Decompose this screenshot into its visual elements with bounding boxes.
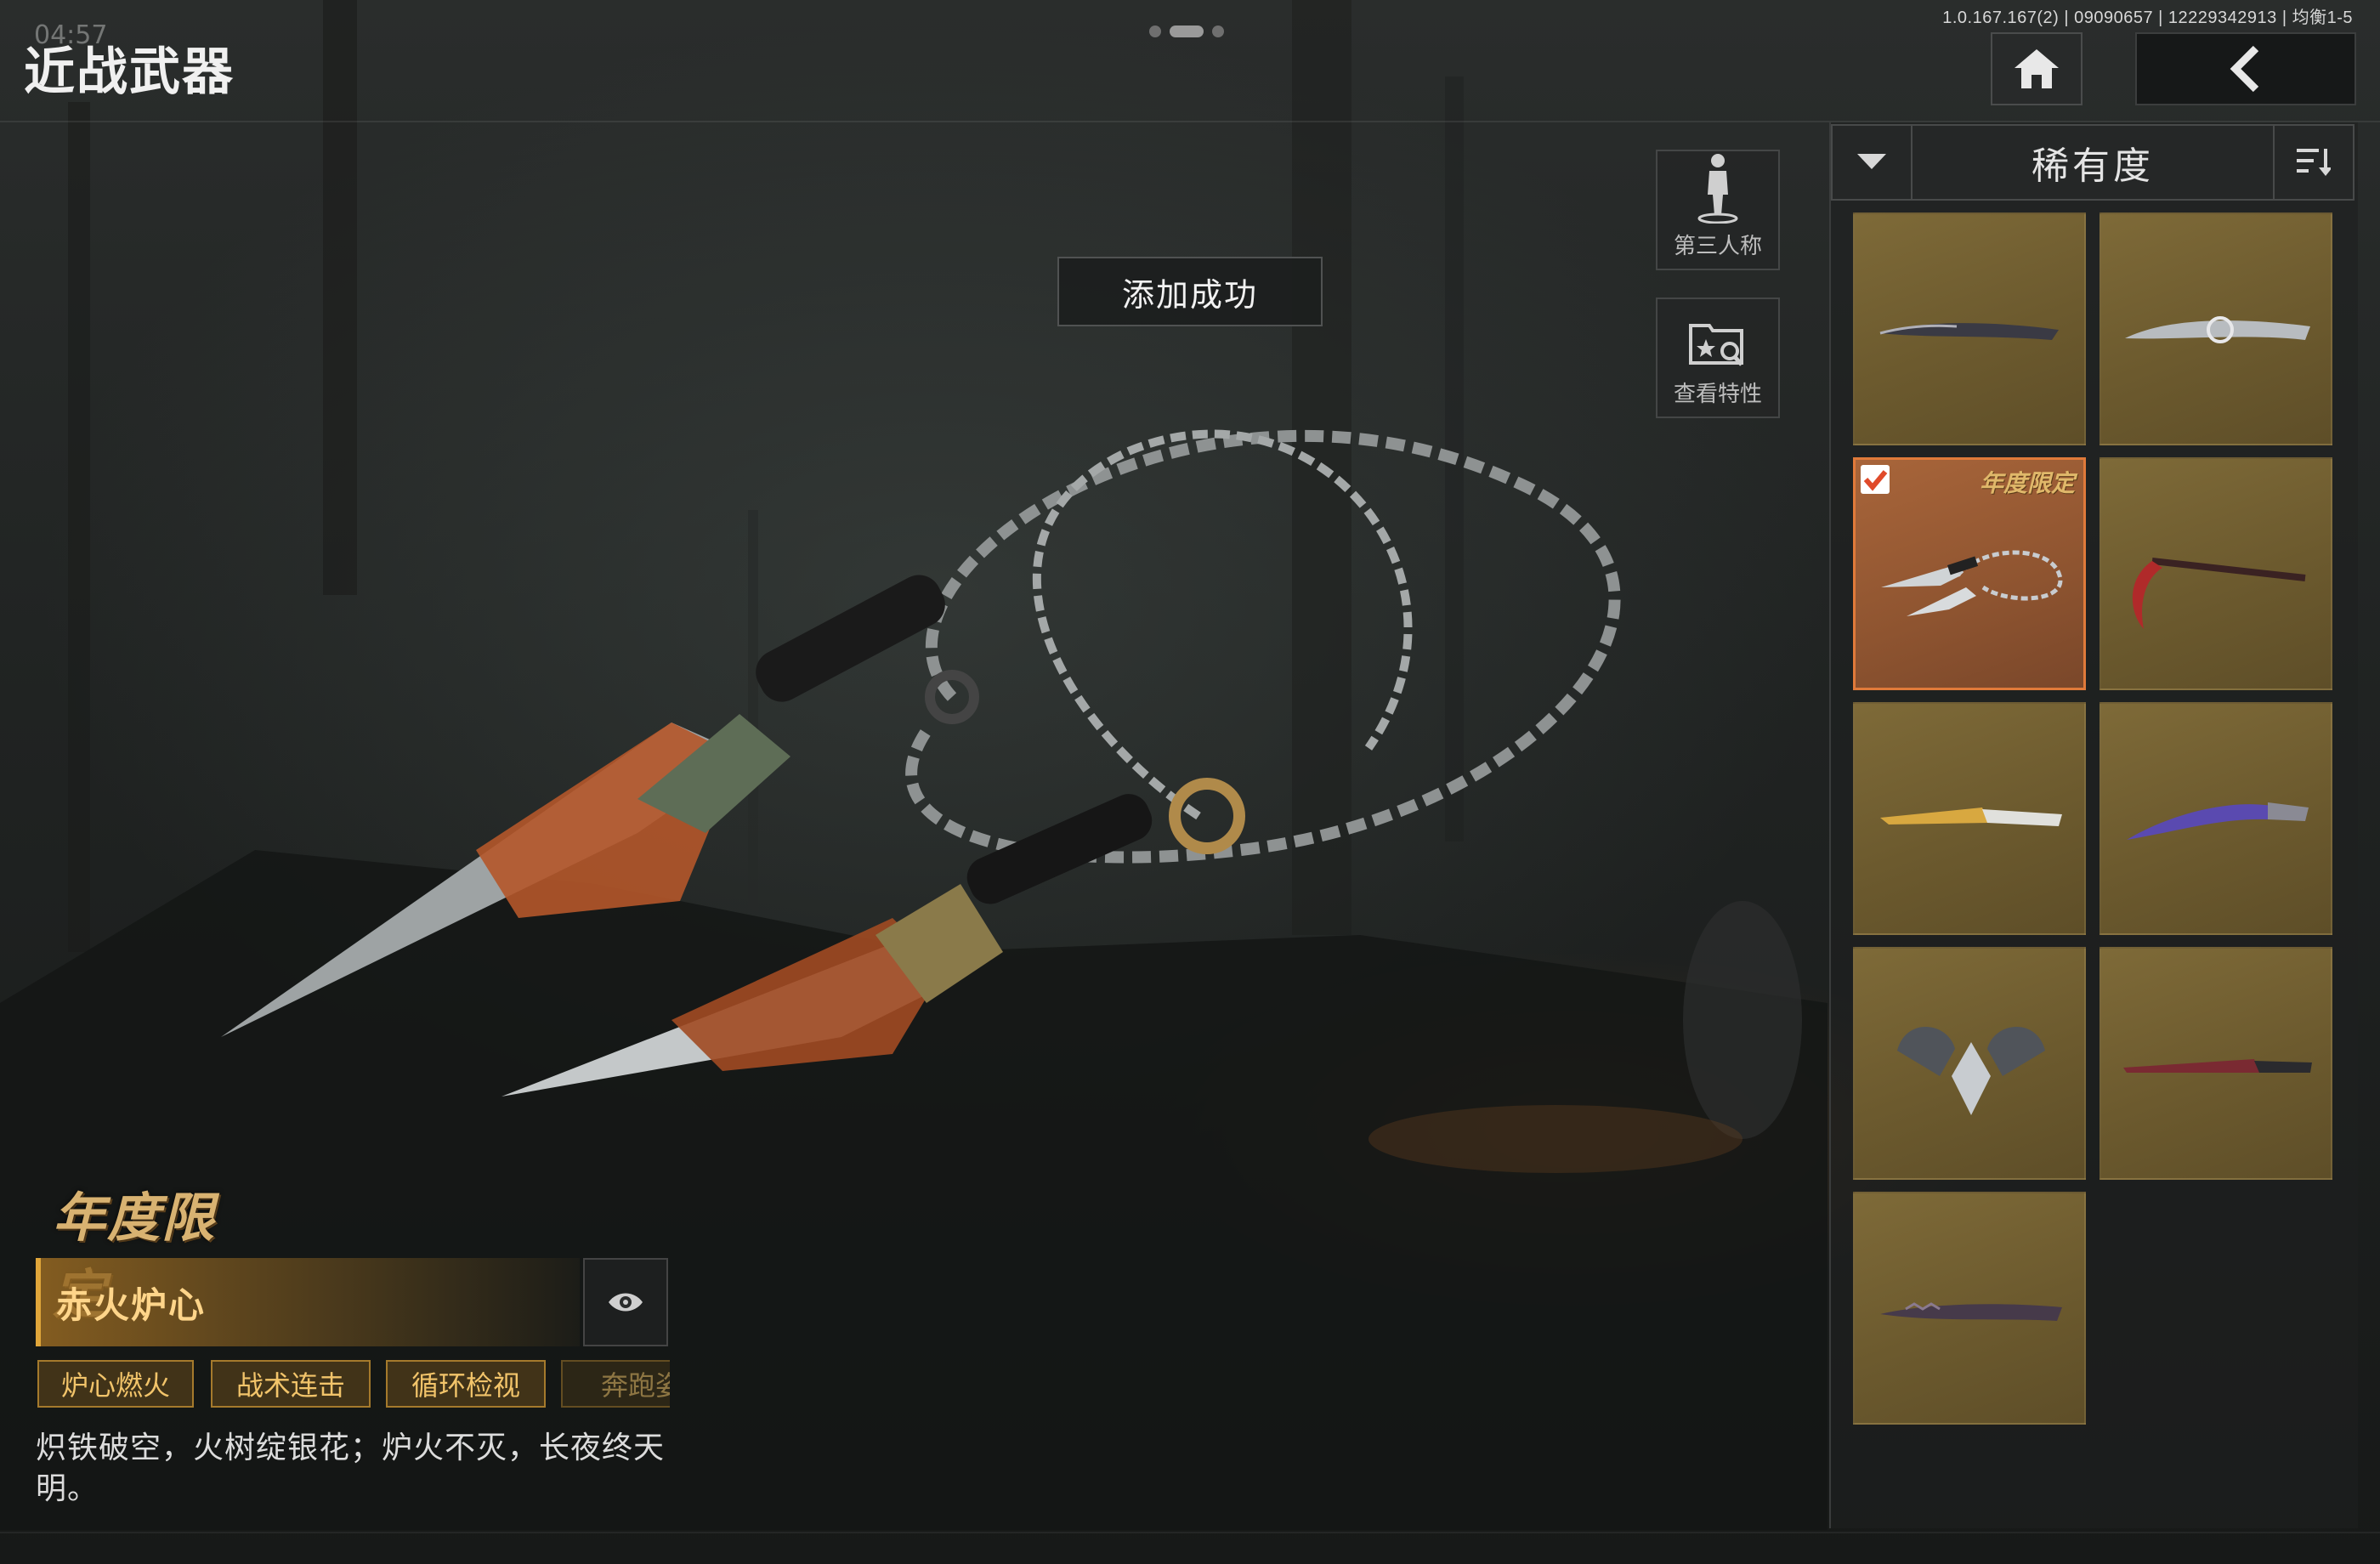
annual-limited-badge: 年度限定 — [37, 1164, 258, 1325]
skin-card[interactable] — [1853, 947, 2086, 1180]
purple-karambit-icon — [2127, 802, 2309, 840]
gold-combat-knife-icon — [1880, 808, 2062, 826]
screen: 1.0.167.167(2) | 09090657 | 12229342913 … — [0, 0, 2380, 1564]
footer-divider — [0, 1532, 2380, 1533]
sort-order-button[interactable] — [2273, 126, 2353, 199]
toast-message: 添加成功 — [1057, 257, 1323, 326]
winged-claw-icon — [1897, 1026, 2045, 1115]
preview-toggle-button[interactable] — [583, 1258, 668, 1346]
eye-icon — [609, 1293, 643, 1312]
chevron-down-icon — [1857, 154, 1886, 169]
kunai-grip — [966, 794, 1153, 904]
page-dot-active — [1170, 26, 1204, 37]
back-arrow-icon — [2230, 45, 2259, 93]
silver-ornate-knife-icon — [2125, 316, 2310, 343]
page-dot — [1149, 26, 1161, 37]
skin-card[interactable] — [2100, 947, 2332, 1180]
annual-limited-label: 年度限定 — [1979, 469, 2075, 497]
skin-card[interactable] — [1853, 212, 2086, 445]
filter-dropdown-button[interactable] — [1833, 126, 1912, 199]
skin-grid: 年度限定 — [1853, 212, 2334, 1428]
sort-title[interactable]: 稀有度 — [1911, 126, 2275, 199]
feature-tags: 炉心燃火 战术连击 循环检视 奔跑姿 — [37, 1360, 670, 1411]
dark-curved-knife-icon — [1879, 323, 2059, 340]
kunai-grip — [756, 575, 945, 702]
skin-card[interactable] — [2100, 702, 2332, 935]
page-indicator[interactable] — [1149, 26, 1224, 37]
red-pattern-dagger-icon — [2123, 1059, 2312, 1073]
home-icon — [2014, 49, 2059, 88]
page-title: 近战武器 — [24, 42, 235, 102]
status-info: 1.0.167.167(2) | 09090657 | 12229342913 … — [1942, 8, 2353, 27]
feature-tag[interactable]: 奔跑姿 — [561, 1360, 670, 1408]
weapon-description: 炽铁破空，火树绽银花；炉火不灭，长夜终天明。 — [36, 1431, 666, 1506]
skin-card[interactable] — [2100, 212, 2332, 445]
skin-card[interactable] — [1853, 1192, 2086, 1425]
weapon-name: 赤火炉心 — [36, 1258, 580, 1346]
home-button[interactable] — [1991, 32, 2082, 105]
chain — [1033, 429, 1413, 820]
back-button[interactable] — [2135, 32, 2356, 105]
third-person-label: 第三人称 — [1673, 234, 1762, 259]
weapon-preview[interactable] — [196, 357, 1853, 1139]
dark-serrated-knife-icon — [1880, 1302, 2062, 1321]
sort-order-icon — [2297, 149, 2331, 176]
sort-bar: 稀有度 — [1831, 124, 2354, 201]
skin-card[interactable] — [2100, 457, 2332, 690]
skin-card-selected[interactable]: 年度限定 — [1853, 457, 2086, 690]
third-person-button[interactable]: 第三人称 — [1656, 150, 1780, 270]
kunai-ring — [1169, 778, 1245, 854]
page-dot — [1212, 26, 1224, 37]
chain — [905, 429, 1621, 864]
skin-card[interactable] — [1853, 702, 2086, 935]
person-icon — [1697, 154, 1738, 224]
selected-check-icon — [1861, 465, 1890, 494]
red-sickle-icon — [2132, 558, 2306, 629]
feature-tag[interactable]: 循环检视 — [386, 1360, 546, 1408]
feature-tag[interactable]: 炉心燃火 — [37, 1360, 194, 1408]
feature-tag[interactable]: 战术连击 — [211, 1360, 371, 1408]
